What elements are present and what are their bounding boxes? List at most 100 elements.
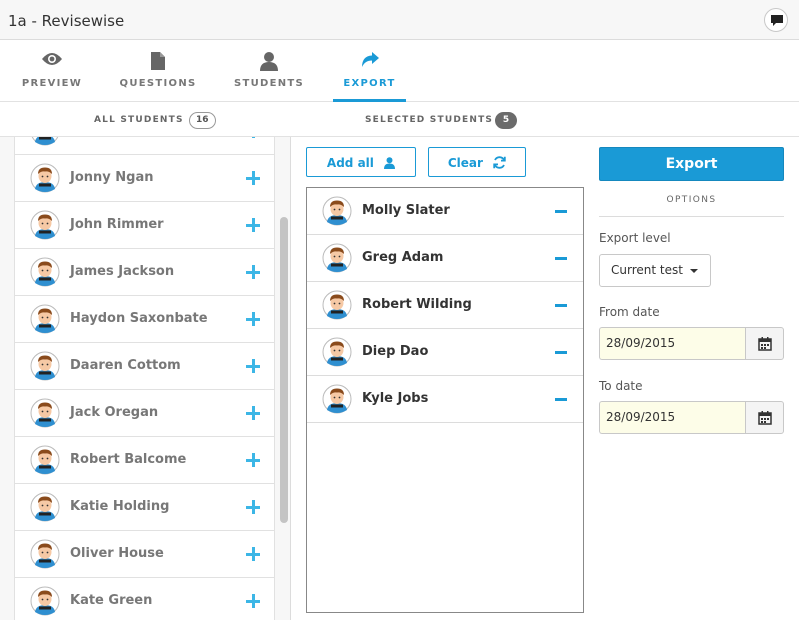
all-students-panel[interactable]: Jonny Ngan John Rimmer James Jackson Haydon… — [0, 137, 291, 620]
clear-label: Clear — [447, 155, 483, 170]
avatar — [322, 196, 352, 230]
student-counts-header: ALL STUDENTS 16 SELECTED STUDENTS 5 — [0, 103, 799, 137]
student-name: Kyle Jobs — [362, 391, 429, 406]
avatar — [30, 137, 60, 150]
clear-button[interactable]: Clear — [428, 147, 526, 177]
selected-students-count-badge: 5 — [495, 112, 517, 129]
add-student-icon[interactable] — [246, 547, 260, 561]
tab-label: EXPORT — [343, 78, 396, 89]
from-date-input[interactable]: 28/09/2015 — [599, 327, 745, 360]
list-item[interactable]: Jonny Ngan — [14, 155, 275, 202]
add-student-icon[interactable] — [246, 137, 260, 138]
person-icon — [384, 156, 396, 169]
student-name: James Jackson — [70, 264, 175, 279]
list-item[interactable]: Haydon Saxonbate — [14, 296, 275, 343]
student-name: Jonny Ngan — [70, 170, 154, 185]
tab-label: PREVIEW — [21, 78, 83, 89]
add-student-icon[interactable] — [246, 171, 260, 185]
remove-student-icon[interactable] — [555, 398, 567, 401]
selected-students-label: SELECTED STUDENTS — [365, 115, 494, 125]
options-heading: OPTIONS — [666, 195, 717, 205]
selected-list-item: Molly Slater — [307, 188, 583, 235]
avatar — [30, 351, 60, 385]
student-name: Molly Slater — [362, 203, 450, 218]
export-level-value: Current test — [611, 263, 683, 277]
add-student-icon[interactable] — [246, 359, 260, 373]
avatar — [322, 384, 352, 418]
student-name: Katie Holding — [70, 499, 170, 514]
eye-icon — [42, 53, 62, 65]
remove-student-icon[interactable] — [555, 257, 567, 260]
list-item[interactable]: Kate Green — [14, 578, 275, 620]
title-bar: 1a - Revisewise — [0, 0, 799, 40]
avatar — [30, 586, 60, 620]
add-student-icon[interactable] — [246, 406, 260, 420]
avatar — [30, 398, 60, 432]
from-date-label: From date — [599, 305, 660, 319]
all-students-label: ALL STUDENTS — [94, 115, 184, 125]
avatar — [30, 304, 60, 338]
caret-down-icon — [690, 269, 698, 273]
student-name: Robert Wilding — [362, 297, 472, 312]
list-item[interactable]: Robert Balcome — [14, 437, 275, 484]
add-student-icon[interactable] — [246, 265, 260, 279]
selected-students-list: Molly Slater Greg Adam Robert Wilding Diep … — [306, 187, 584, 613]
tab-questions[interactable]: QUESTIONS — [104, 40, 212, 102]
remove-student-icon[interactable] — [555, 304, 567, 307]
to-date-label: To date — [599, 379, 643, 393]
student-name: Jack Oregan — [70, 405, 159, 420]
all-students-list: Jonny Ngan John Rimmer James Jackson Haydon… — [14, 137, 275, 620]
list-item[interactable]: John Rimmer — [14, 202, 275, 249]
add-all-button[interactable]: Add all — [306, 147, 416, 177]
add-student-icon[interactable] — [246, 594, 260, 608]
add-student-icon[interactable] — [246, 500, 260, 514]
scrollbar[interactable] — [280, 217, 288, 523]
list-item[interactable]: Oliver House — [14, 531, 275, 578]
tab-label: QUESTIONS — [119, 78, 197, 89]
tab-preview[interactable]: PREVIEW — [0, 40, 104, 102]
export-level-label: Export level — [599, 231, 671, 245]
export-button[interactable]: Export — [599, 147, 784, 181]
add-student-icon[interactable] — [246, 312, 260, 326]
avatar — [322, 243, 352, 277]
refresh-icon — [493, 156, 506, 169]
avatar — [322, 290, 352, 324]
to-date-calendar-button[interactable] — [745, 401, 784, 434]
student-name: Kate Green — [70, 593, 153, 608]
remove-student-icon[interactable] — [555, 210, 567, 213]
add-student-icon[interactable] — [246, 453, 260, 467]
list-item[interactable]: Jack Oregan — [14, 390, 275, 437]
to-date-input[interactable]: 28/09/2015 — [599, 401, 745, 434]
calendar-icon — [758, 337, 772, 351]
list-item[interactable]: Daaren Cottom — [14, 343, 275, 390]
selected-list-item: Kyle Jobs — [307, 376, 583, 423]
tab-label: STUDENTS — [233, 78, 305, 89]
tab-export[interactable]: EXPORT — [333, 40, 406, 102]
list-item[interactable] — [14, 137, 275, 155]
options-divider — [599, 216, 784, 217]
from-date-calendar-button[interactable] — [745, 327, 784, 360]
list-item[interactable]: James Jackson — [14, 249, 275, 296]
student-name: Greg Adam — [362, 250, 444, 265]
add-all-label: Add all — [326, 155, 374, 170]
avatar — [322, 337, 352, 371]
person-icon — [260, 52, 278, 71]
document-icon — [151, 52, 165, 70]
remove-student-icon[interactable] — [555, 351, 567, 354]
selected-list-item: Greg Adam — [307, 235, 583, 282]
student-name: Diep Dao — [362, 344, 429, 359]
student-name: Oliver House — [70, 546, 164, 561]
active-tab-indicator — [333, 99, 406, 102]
tab-students[interactable]: STUDENTS — [212, 40, 326, 102]
all-students-count-badge: 16 — [189, 112, 216, 129]
share-arrow-icon — [361, 52, 379, 67]
main-tabs: PREVIEW QUESTIONS STUDENTS EXPORT — [0, 40, 799, 102]
add-student-icon[interactable] — [246, 218, 260, 232]
student-name: Daaren Cottom — [70, 358, 181, 373]
export-level-select[interactable]: Current test — [599, 254, 711, 287]
avatar — [30, 210, 60, 244]
avatar — [30, 163, 60, 197]
list-item[interactable]: Katie Holding — [14, 484, 275, 531]
selected-list-item: Diep Dao — [307, 329, 583, 376]
chat-button[interactable] — [764, 8, 788, 32]
